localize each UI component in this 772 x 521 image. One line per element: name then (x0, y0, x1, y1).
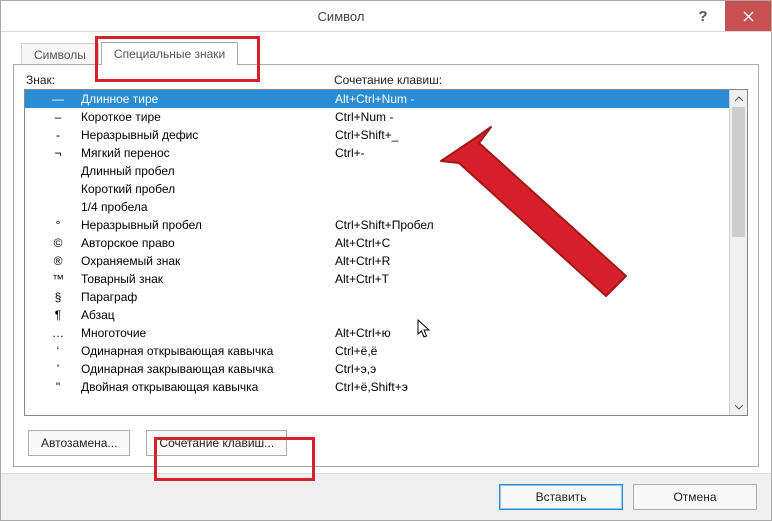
char-name: 1/4 пробела (81, 200, 335, 214)
char-symbol: § (35, 290, 81, 304)
char-shortcut: Alt+Ctrl+R (335, 254, 390, 268)
list-item[interactable]: §Параграф (25, 288, 729, 306)
char-shortcut: Alt+Ctrl+T (335, 272, 389, 286)
list-item[interactable]: ‘Одинарная открывающая кавычкаCtrl+ё,ё (25, 342, 729, 360)
scroll-up-button[interactable] (730, 90, 747, 107)
list-item[interactable]: ¶Абзац (25, 306, 729, 324)
panel-buttons: Автозамена... Сочетание клавиш... (28, 430, 748, 456)
list-item[interactable]: ®Охраняемый знакAlt+Ctrl+R (25, 252, 729, 270)
char-symbol: – (35, 110, 81, 124)
list-item[interactable]: –Короткое тиреCtrl+Num - (25, 108, 729, 126)
char-shortcut: Alt+Ctrl+ю (335, 326, 391, 340)
char-name: Неразрывный пробел (81, 218, 335, 232)
char-name: Мягкий перенос (81, 146, 335, 160)
list-item[interactable]: ¬Мягкий переносCtrl+- (25, 144, 729, 162)
close-icon (743, 11, 754, 22)
char-shortcut: Ctrl+Shift+Пробел (335, 218, 434, 232)
char-symbol: ® (35, 254, 81, 268)
char-shortcut: Ctrl+ё,ё (335, 344, 377, 358)
char-symbol: ‘ (35, 344, 81, 358)
header-znak: Знак: (26, 73, 334, 87)
char-shortcut: Ctrl+- (335, 146, 365, 160)
character-rows[interactable]: —Длинное тиреAlt+Ctrl+Num -–Короткое тир… (25, 90, 729, 415)
shortcut-button[interactable]: Сочетание клавиш... (146, 430, 287, 456)
scrollbar[interactable] (729, 90, 747, 415)
char-name: Одинарная открывающая кавычка (81, 344, 335, 358)
char-symbol: — (35, 92, 81, 106)
list-item[interactable]: Длинный пробел (25, 162, 729, 180)
char-shortcut: Alt+Ctrl+C (335, 236, 390, 250)
insert-button[interactable]: Вставить (499, 484, 623, 510)
char-symbol: ¬ (35, 146, 81, 160)
chevron-up-icon (735, 96, 743, 102)
char-name: Длинный пробел (81, 164, 335, 178)
char-name: Товарный знак (81, 272, 335, 286)
cancel-button[interactable]: Отмена (633, 484, 757, 510)
dialog-footer: Вставить Отмена (1, 473, 771, 520)
help-button[interactable]: ? (681, 1, 725, 31)
char-symbol: ° (35, 218, 81, 232)
autoreplace-button[interactable]: Автозамена... (28, 430, 130, 456)
char-symbol: ™ (35, 272, 81, 286)
scrollbar-thumb[interactable] (732, 107, 745, 237)
char-symbol: - (35, 128, 81, 142)
char-name: Авторское право (81, 236, 335, 250)
char-symbol: © (35, 236, 81, 250)
scroll-down-button[interactable] (730, 398, 747, 415)
list-item[interactable]: ©Авторское правоAlt+Ctrl+C (25, 234, 729, 252)
tabstrip: Символы Специальные знаки (21, 40, 759, 64)
special-chars-panel: Знак: Сочетание клавиш: —Длинное тиреAlt… (13, 64, 759, 467)
char-symbol: ’ (35, 362, 81, 376)
list-item[interactable]: "Двойная открывающая кавычкаCtrl+ё,Shift… (25, 378, 729, 396)
tab-symbols[interactable]: Символы (21, 43, 99, 66)
char-name: Одинарная закрывающая кавычка (81, 362, 335, 376)
header-shortcut: Сочетание клавиш: (334, 73, 442, 87)
char-shortcut: Ctrl+Shift+_ (335, 128, 398, 142)
list-item[interactable]: Короткий пробел (25, 180, 729, 198)
char-symbol: ¶ (35, 308, 81, 322)
list-item[interactable]: ’Одинарная закрывающая кавычкаCtrl+э,э (25, 360, 729, 378)
list-item[interactable]: —Длинное тиреAlt+Ctrl+Num - (25, 90, 729, 108)
tab-special-characters[interactable]: Специальные знаки (101, 42, 238, 65)
char-name: Короткое тире (81, 110, 335, 124)
char-name: Параграф (81, 290, 335, 304)
char-name: Неразрывный дефис (81, 128, 335, 142)
close-button[interactable] (725, 1, 771, 31)
list-item[interactable]: ™Товарный знакAlt+Ctrl+T (25, 270, 729, 288)
chevron-down-icon (735, 404, 743, 410)
list-item[interactable]: …МноготочиеAlt+Ctrl+ю (25, 324, 729, 342)
char-name: Абзац (81, 308, 335, 322)
char-name: Охраняемый знак (81, 254, 335, 268)
window-title: Символ (1, 9, 681, 24)
character-list: —Длинное тиреAlt+Ctrl+Num -–Короткое тир… (24, 89, 748, 416)
symbol-dialog: Символ ? Символы Специальные знаки Знак:… (0, 0, 772, 521)
char-name: Короткий пробел (81, 182, 335, 196)
char-symbol: … (35, 326, 81, 340)
char-shortcut: Ctrl+ё,Shift+э (335, 380, 408, 394)
char-shortcut: Ctrl+э,э (335, 362, 376, 376)
char-shortcut: Ctrl+Num - (335, 110, 393, 124)
dialog-body: Символы Специальные знаки Знак: Сочетани… (1, 32, 771, 473)
char-name: Двойная открывающая кавычка (81, 380, 335, 394)
window-controls: ? (681, 1, 771, 31)
titlebar: Символ ? (1, 1, 771, 32)
char-name: Многоточие (81, 326, 335, 340)
column-headers: Знак: Сочетание клавиш: (24, 73, 748, 87)
list-item[interactable]: -Неразрывный дефисCtrl+Shift+_ (25, 126, 729, 144)
list-item[interactable]: 1/4 пробела (25, 198, 729, 216)
char-symbol: " (35, 380, 81, 394)
char-name: Длинное тире (81, 92, 335, 106)
list-item[interactable]: °Неразрывный пробелCtrl+Shift+Пробел (25, 216, 729, 234)
char-shortcut: Alt+Ctrl+Num - (335, 92, 414, 106)
